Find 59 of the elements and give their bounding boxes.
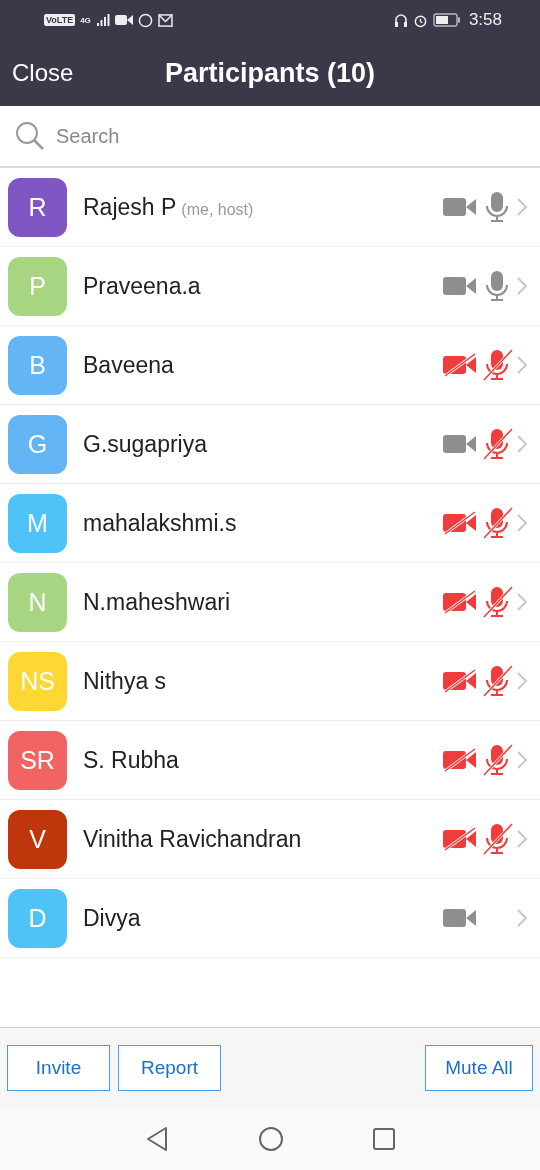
chevron-right-icon <box>516 671 528 691</box>
video-icon <box>114 14 133 26</box>
chevron-right-icon <box>516 434 528 454</box>
footer-button[interactable]: Invite <box>7 1045 110 1091</box>
avatar-initials: NS <box>20 666 55 696</box>
recent-apps-icon[interactable] <box>372 1127 396 1151</box>
participant-name: Rajesh P <box>83 193 177 221</box>
chevron-right-icon <box>516 829 528 849</box>
mail-icon <box>157 13 173 27</box>
chevron-right-icon <box>516 197 528 217</box>
chevron-right-icon <box>516 513 528 533</box>
mute-all-button[interactable]: Mute All <box>425 1045 533 1091</box>
avatar-initials: SR <box>20 745 55 775</box>
participant-name: G.sugapriya <box>83 430 207 458</box>
battery-icon <box>432 13 461 27</box>
avatar-initials: D <box>28 903 47 933</box>
avatar-initials: R <box>28 192 47 222</box>
participant-name: Nithya s <box>83 667 167 695</box>
network-badge: VoLTE <box>44 14 76 26</box>
participant-row[interactable]: NS Nithya s <box>0 642 540 721</box>
participant-name: S. Rubha <box>83 746 179 774</box>
participant-row[interactable]: P Praveena.a <box>0 247 540 326</box>
footer-button[interactable]: Report <box>118 1045 221 1091</box>
chat-icon <box>137 12 153 28</box>
participant-name: Vinitha Ravichandran <box>83 825 302 853</box>
participant-row[interactable]: G G.sugapriya <box>0 405 540 484</box>
chevron-right-icon <box>516 750 528 770</box>
avatar-initials: G <box>27 429 48 459</box>
avatar-initials: P <box>29 271 46 301</box>
chevron-right-icon <box>516 355 528 375</box>
avatar-initials: N <box>28 587 47 617</box>
participant-row[interactable]: R Rajesh P (me, host) <box>0 168 540 247</box>
participant-name: Baveena <box>83 351 174 379</box>
clock-time: 3:58 <box>468 10 502 30</box>
participant-row[interactable]: M mahalakshmi.s <box>0 484 540 563</box>
close-button[interactable]: Close <box>0 59 86 87</box>
participant-row[interactable]: SR S. Rubha <box>0 721 540 800</box>
participant-row[interactable]: B Baveena <box>0 326 540 405</box>
participant-role: (me, host) <box>181 200 254 219</box>
participant-name: Divya <box>83 904 141 932</box>
screen-title: Participants (10) <box>164 57 376 89</box>
avatar-initials: M <box>27 508 48 538</box>
participant-row[interactable]: V Vinitha Ravichandran <box>0 800 540 879</box>
back-icon[interactable] <box>144 1125 170 1153</box>
chevron-right-icon <box>516 908 528 928</box>
participant-name: mahalakshmi.s <box>83 509 237 537</box>
participant-name: N.maheshwari <box>83 588 230 616</box>
home-icon[interactable] <box>258 1126 284 1152</box>
participant-row[interactable]: N N.maheshwari <box>0 563 540 642</box>
participant-row[interactable]: D Divya <box>0 879 540 958</box>
headphones-icon <box>393 12 408 28</box>
avatar-initials: B <box>29 350 46 380</box>
chevron-right-icon <box>516 592 528 612</box>
network-type: 4G <box>80 15 91 25</box>
participant-name: Praveena.a <box>83 272 201 300</box>
avatar-initials: V <box>29 824 46 854</box>
signal-icon <box>95 13 110 27</box>
search-icon <box>14 120 46 152</box>
chevron-right-icon <box>516 276 528 296</box>
